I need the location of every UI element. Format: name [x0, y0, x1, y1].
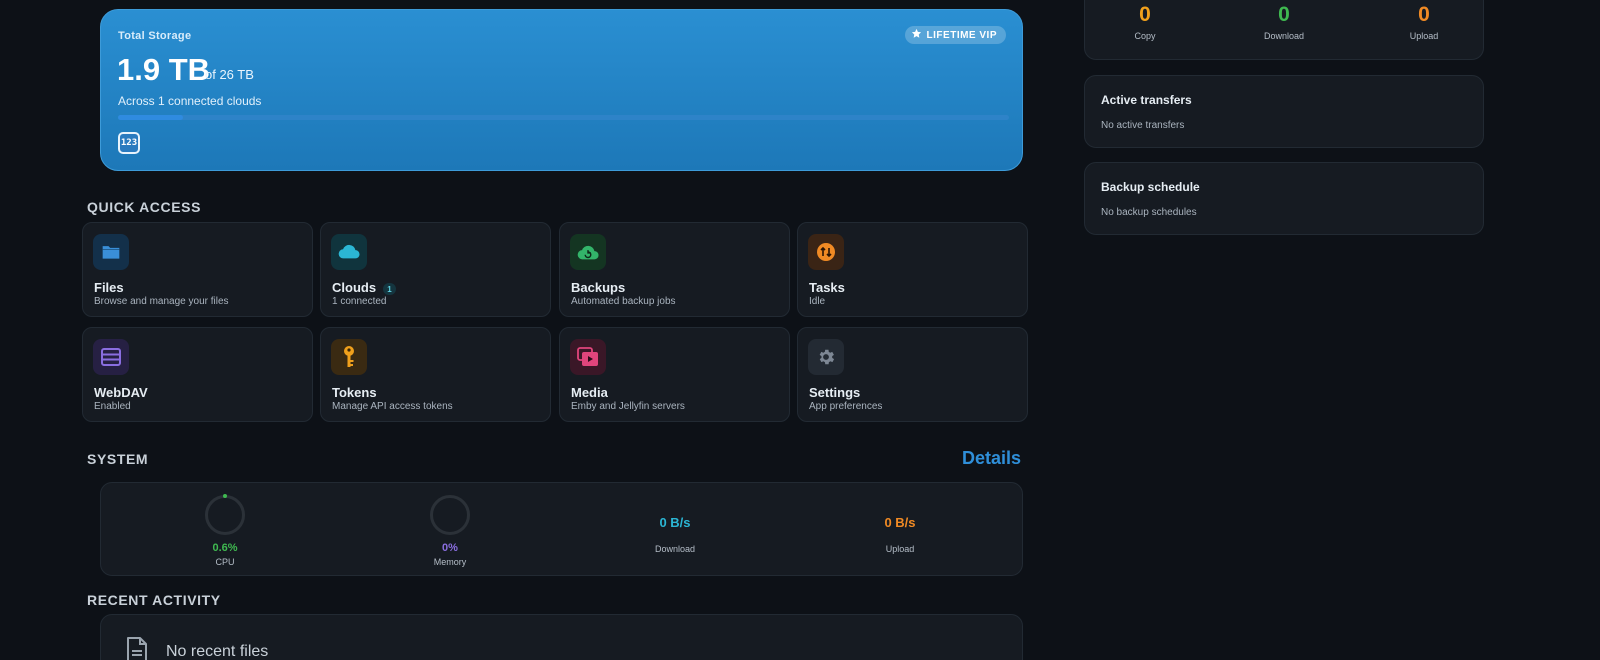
copy-count: 0 — [1139, 3, 1151, 26]
system-card: 0.6% CPU 0% Memory 0 B/s Download 0 B/s … — [100, 482, 1023, 576]
upload-speed-value: 0 B/s — [884, 515, 916, 530]
cloud-icon — [331, 234, 367, 270]
upload-count-label: Upload — [1409, 31, 1439, 41]
active-transfers-empty: No active transfers — [1101, 120, 1185, 131]
system-title: SYSTEM — [87, 451, 149, 467]
cloud-sync-icon — [570, 234, 606, 270]
tile-description: Manage API access tokens — [332, 401, 453, 412]
recent-activity-title: RECENT ACTIVITY — [87, 592, 221, 608]
tile-title: Files — [94, 280, 124, 295]
active-transfers-title: Active transfers — [1101, 93, 1192, 107]
document-icon — [125, 636, 149, 660]
upload-count: 0 — [1418, 3, 1430, 26]
storage-subtitle: Across 1 connected clouds — [118, 94, 262, 108]
backup-schedule-title: Backup schedule — [1101, 180, 1200, 194]
quick-access-title: QUICK ACCESS — [87, 199, 202, 215]
download-speed-metric: 0 B/s Download — [615, 515, 735, 554]
system-details-link[interactable]: Details — [962, 448, 1021, 469]
recent-empty-text: No recent files — [166, 643, 269, 660]
tile-description: App preferences — [809, 401, 883, 412]
quick-access-tile-files[interactable]: Files Browse and manage your files — [82, 222, 313, 317]
download-speed-label: Download — [654, 544, 696, 554]
key-icon — [331, 339, 367, 375]
server-icon — [93, 339, 129, 375]
cpu-ring — [205, 495, 245, 535]
tile-description: Emby and Jellyfin servers — [571, 401, 685, 412]
quick-access-tile-webdav[interactable]: WebDAV Enabled — [82, 327, 313, 422]
media-play-icon — [570, 339, 606, 375]
memory-metric: 0% Memory — [390, 483, 510, 567]
quick-access-tile-tokens[interactable]: Tokens Manage API access tokens — [320, 327, 551, 422]
tile-title: Clouds — [332, 280, 377, 295]
connected-cloud-chip[interactable]: 123 — [118, 132, 140, 154]
star-icon — [911, 28, 922, 42]
backup-schedule-empty: No backup schedules — [1101, 207, 1197, 218]
storage-used: 1.9 TB — [117, 52, 211, 87]
tile-title: Tokens — [332, 385, 377, 400]
backup-schedule-card[interactable]: Backup schedule No backup schedules — [1084, 162, 1484, 235]
download-speed-value: 0 B/s — [659, 515, 691, 530]
quick-access-tile-tasks[interactable]: Tasks Idle — [797, 222, 1028, 317]
lifetime-vip-badge: LIFETIME VIP — [904, 26, 1006, 44]
tile-description: Automated backup jobs — [571, 296, 676, 307]
quick-access-tile-clouds[interactable]: Clouds 1 1 connected — [320, 222, 551, 317]
upload-counter: 0 Upload — [1384, 3, 1464, 41]
storage-total: of 26 TB — [205, 67, 254, 82]
download-counter: 0 Download — [1244, 3, 1324, 41]
tile-title: Settings — [809, 385, 861, 400]
quick-access-tile-media[interactable]: Media Emby and Jellyfin servers — [559, 327, 790, 422]
transfer-counters-card: 0 Copy 0 Download 0 Upload — [1084, 0, 1484, 60]
cpu-ring-progress — [223, 494, 227, 498]
download-count-label: Download — [1263, 31, 1305, 41]
download-count: 0 — [1278, 3, 1290, 26]
upload-speed-metric: 0 B/s Upload — [840, 515, 960, 554]
tile-description: Browse and manage your files — [94, 296, 229, 307]
tile-description: Idle — [809, 296, 826, 307]
memory-value: 0% — [442, 542, 458, 554]
tile-title: Backups — [571, 280, 626, 295]
tile-count-badge: 1 — [383, 283, 396, 295]
memory-ring — [430, 495, 470, 535]
copy-counter: 0 Copy — [1105, 3, 1185, 41]
tile-description: Enabled — [94, 401, 131, 412]
dashboard: Total Storage 1.9 TB of 26 TB Across 1 c… — [0, 0, 1600, 660]
memory-label: Memory — [433, 557, 467, 567]
folder-icon — [93, 234, 129, 270]
recent-activity-card: No recent files — [100, 614, 1023, 660]
transfer-arrows-icon — [808, 234, 844, 270]
quick-access-tile-backups[interactable]: Backups Automated backup jobs — [559, 222, 790, 317]
tile-description: 1 connected — [332, 296, 387, 307]
upload-speed-label: Upload — [885, 544, 915, 554]
storage-usage-bar — [118, 115, 1009, 120]
gear-icon — [808, 339, 844, 375]
copy-count-label: Copy — [1134, 31, 1156, 41]
storage-label: Total Storage — [118, 30, 192, 42]
cpu-value: 0.6% — [212, 542, 238, 554]
active-transfers-card[interactable]: Active transfers No active transfers — [1084, 75, 1484, 148]
badge-label: LIFETIME VIP — [926, 29, 997, 41]
tile-title: Tasks — [809, 280, 845, 295]
storage-card[interactable]: Total Storage 1.9 TB of 26 TB Across 1 c… — [100, 9, 1023, 171]
tile-title: Media — [571, 385, 608, 400]
storage-usage-fill — [118, 115, 184, 120]
quick-access-tile-settings[interactable]: Settings App preferences — [797, 327, 1028, 422]
cpu-metric: 0.6% CPU — [165, 483, 285, 567]
tile-title: WebDAV — [94, 385, 148, 400]
cpu-label: CPU — [215, 557, 235, 567]
